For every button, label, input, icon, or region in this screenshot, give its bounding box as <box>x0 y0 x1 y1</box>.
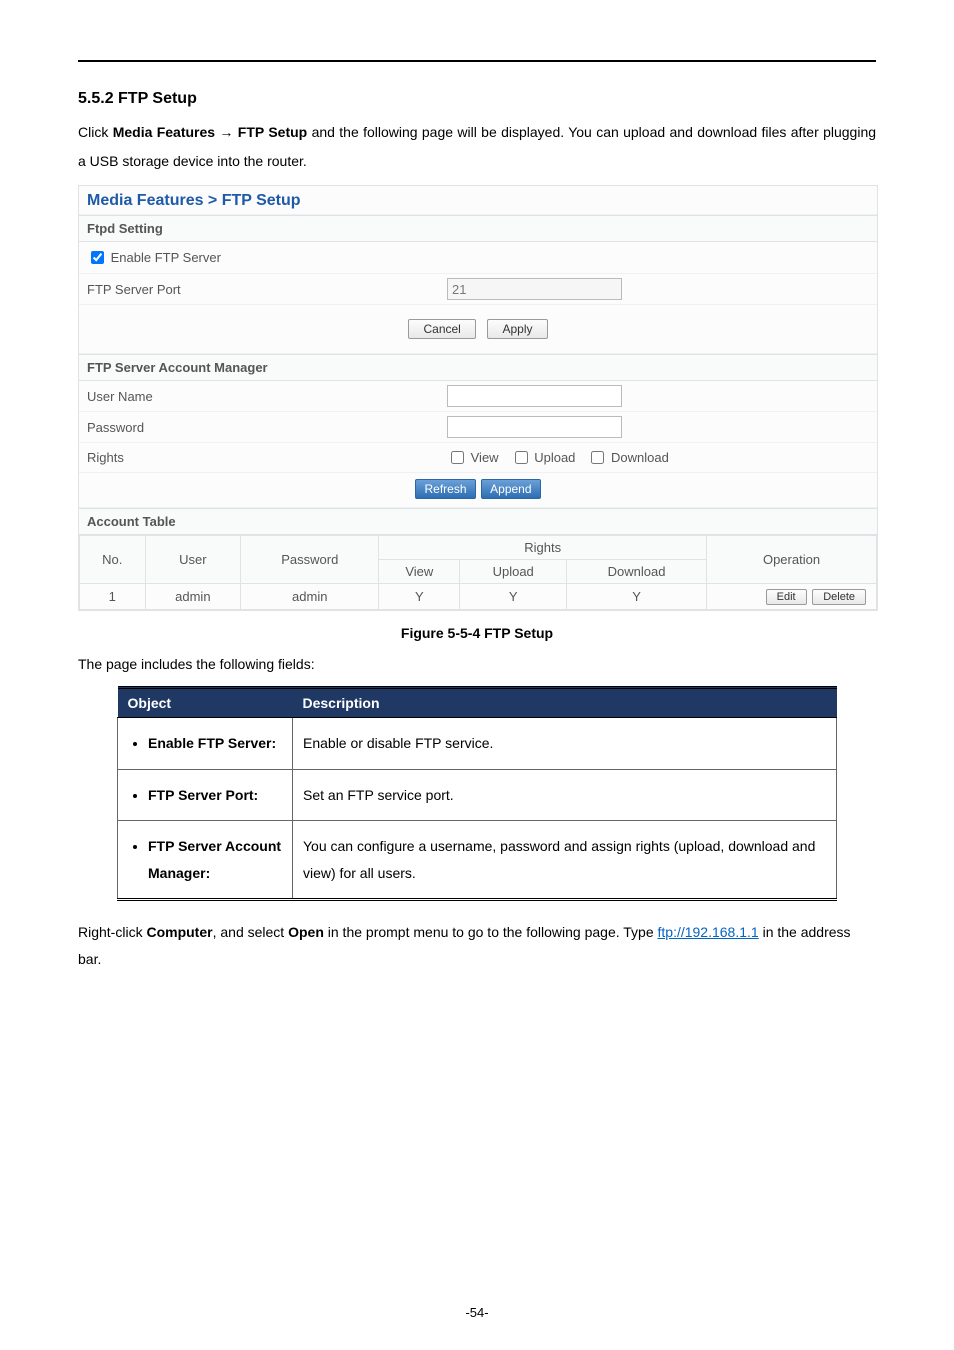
post-pre: Right-click <box>78 924 146 940</box>
password-input[interactable] <box>447 416 622 438</box>
objdesc-desc-1: Set an FTP service port. <box>293 769 837 821</box>
cell-no: 1 <box>80 584 146 610</box>
username-input[interactable] <box>447 385 622 407</box>
append-button[interactable]: Append <box>481 479 540 499</box>
enable-ftp-text: Enable FTP Server <box>111 250 221 265</box>
intro-pre: Click <box>78 124 113 140</box>
th-rights: Rights <box>379 536 707 560</box>
cell-password: admin <box>241 584 379 610</box>
intro-bold-2: FTP Setup <box>238 124 307 140</box>
figure-caption: Figure 5-5-4 FTP Setup <box>78 625 876 641</box>
post-paragraph: Right-click Computer, and select Open in… <box>78 919 876 972</box>
page-number: -54- <box>0 1305 954 1320</box>
th-operation: Operation <box>707 536 877 584</box>
post-b2: Open <box>288 924 324 940</box>
rights-view[interactable]: View <box>447 448 499 467</box>
th-no: No. <box>80 536 146 584</box>
ftpd-setting-label: Ftpd Setting <box>79 215 877 242</box>
panel-breadcrumb: Media Features > FTP Setup <box>79 186 877 215</box>
username-label: User Name <box>87 389 447 404</box>
th-upload: Upload <box>460 560 567 584</box>
th-download: Download <box>567 560 707 584</box>
account-table-label: Account Table <box>79 508 877 535</box>
account-table: No. User Password Rights Operation View … <box>79 535 877 610</box>
edit-button[interactable]: Edit <box>766 589 807 605</box>
ftp-setup-panel: Media Features > FTP Setup Ftpd Setting … <box>78 185 878 611</box>
rights-download[interactable]: Download <box>587 448 668 467</box>
intro-paragraph: Click Media Features → FTP Setup and the… <box>78 118 876 175</box>
section-heading: 5.5.2 FTP Setup <box>78 90 876 108</box>
rights-upload[interactable]: Upload <box>511 448 576 467</box>
objdesc-obj-1: FTP Server Port: <box>148 782 282 809</box>
objdesc-h1: Object <box>118 687 293 717</box>
objdesc-desc-2: You can configure a username, password a… <box>293 821 837 900</box>
th-view: View <box>379 560 460 584</box>
objdesc-obj-0: Enable FTP Server: <box>148 730 282 757</box>
rights-upload-text: Upload <box>534 450 575 465</box>
post-b1: Computer <box>146 924 212 940</box>
rights-upload-checkbox[interactable] <box>515 451 528 464</box>
fields-intro: The page includes the following fields: <box>78 651 876 678</box>
apply-button[interactable]: Apply <box>487 319 547 339</box>
cell-view: Y <box>379 584 460 610</box>
rights-view-text: View <box>471 450 499 465</box>
th-password: Password <box>241 536 379 584</box>
post-mid1: , and select <box>213 924 289 940</box>
rights-download-checkbox[interactable] <box>591 451 604 464</box>
delete-button[interactable]: Delete <box>812 589 866 605</box>
cancel-button[interactable]: Cancel <box>408 319 475 339</box>
enable-ftp-label[interactable]: Enable FTP Server <box>87 250 221 265</box>
refresh-button[interactable]: Refresh <box>415 479 475 499</box>
account-manager-label: FTP Server Account Manager <box>79 354 877 381</box>
ftp-port-label: FTP Server Port <box>87 282 447 297</box>
intro-arrow: → <box>215 124 238 140</box>
ftp-port-input[interactable] <box>447 278 622 300</box>
password-label: Password <box>87 420 447 435</box>
objdesc-h2: Description <box>293 687 837 717</box>
cell-upload: Y <box>460 584 567 610</box>
objdesc-obj-2: FTP Server Account Manager: <box>148 833 282 886</box>
cell-download: Y <box>567 584 707 610</box>
ftp-link[interactable]: ftp://192.168.1.1 <box>658 924 759 940</box>
rights-view-checkbox[interactable] <box>451 451 464 464</box>
objdesc-desc-0: Enable or disable FTP service. <box>293 717 837 769</box>
post-mid2: in the prompt menu to go to the followin… <box>324 924 658 940</box>
rights-label: Rights <box>87 450 447 465</box>
object-description-table: Object Description Enable FTP Server: En… <box>117 686 837 901</box>
rights-download-text: Download <box>611 450 669 465</box>
th-user: User <box>145 536 241 584</box>
table-row: 1 admin admin Y Y Y Edit Delete <box>80 584 877 610</box>
enable-ftp-checkbox[interactable] <box>91 251 104 264</box>
intro-bold-1: Media Features <box>113 124 215 140</box>
cell-user: admin <box>145 584 241 610</box>
